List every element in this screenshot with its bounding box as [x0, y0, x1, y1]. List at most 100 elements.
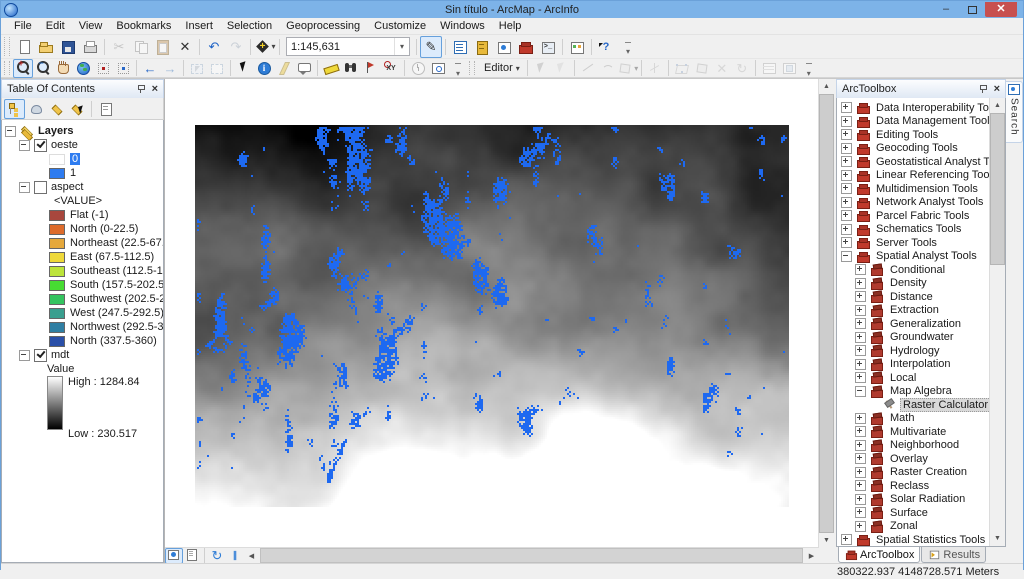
expand-icon[interactable]	[855, 345, 866, 356]
collapse-icon[interactable]	[5, 126, 16, 137]
layer-checkbox[interactable]	[34, 349, 47, 362]
sketch-properties-button[interactable]	[779, 59, 799, 78]
expand-icon[interactable]	[855, 305, 866, 316]
vscroll-thumb[interactable]	[819, 94, 834, 533]
toc-row-flat-1[interactable]: Flat (-1)	[2, 208, 163, 222]
go-back-extent-button[interactable]: ←	[140, 59, 160, 78]
delete-button[interactable]: ✕	[174, 36, 196, 58]
edit-annotation-tool-button[interactable]	[551, 59, 571, 78]
toolbox-item-raster-calculator[interactable]: Raster Calculator	[837, 398, 989, 412]
toolbar-overflow-button[interactable]: ▾	[799, 59, 819, 78]
toc-row-mdt[interactable]: mdt	[2, 348, 163, 362]
toc-row-aspect[interactable]: aspect	[2, 180, 163, 194]
toc-row-east-67-5-112-5[interactable]: East (67.5-112.5)	[2, 250, 163, 264]
html-popup-button[interactable]	[294, 59, 314, 78]
expand-icon[interactable]	[841, 116, 852, 127]
menu-selection[interactable]: Selection	[220, 19, 279, 33]
expand-icon[interactable]	[855, 480, 866, 491]
toc-row-southeast-112-5-157-5[interactable]: Southeast (112.5-157.5)	[2, 264, 163, 278]
scale-dropdown-icon[interactable]: ▾	[394, 38, 409, 55]
pin-icon[interactable]	[978, 84, 988, 94]
refresh-view-button[interactable]: ↻	[208, 548, 226, 564]
list-by-drawing-order-button[interactable]	[4, 99, 25, 119]
toolbar-overflow-button[interactable]: ▾	[448, 59, 468, 78]
scroll-up-icon[interactable]: ▲	[990, 98, 1005, 113]
arctoolbox-scrollbar[interactable]: ▲ ▼	[989, 98, 1005, 546]
toolbox-item-geocoding-tools[interactable]: Geocoding Tools	[837, 142, 989, 156]
toolbox-item-map-algebra[interactable]: Map Algebra	[837, 385, 989, 399]
menu-windows[interactable]: Windows	[433, 19, 492, 33]
attributes-button[interactable]	[759, 59, 779, 78]
clear-selection-button[interactable]	[207, 59, 227, 78]
map-vertical-scrollbar[interactable]: ▲ ▼	[818, 79, 834, 548]
toolbox-item-editing-tools[interactable]: Editing Tools	[837, 128, 989, 142]
fixed-zoom-in-button[interactable]	[93, 59, 113, 78]
menu-edit[interactable]: Edit	[39, 19, 72, 33]
toolbox-item-interpolation[interactable]: Interpolation	[837, 358, 989, 372]
expand-icon[interactable]	[841, 210, 852, 221]
hyperlink-button[interactable]	[274, 59, 294, 78]
expand-icon[interactable]	[855, 440, 866, 451]
expand-icon[interactable]	[855, 278, 866, 289]
collapse-icon[interactable]	[19, 140, 30, 151]
menu-bookmarks[interactable]: Bookmarks	[109, 19, 178, 33]
toolbox-item-surface[interactable]: Surface	[837, 506, 989, 520]
expand-icon[interactable]	[841, 170, 852, 181]
scale-combobox[interactable]: 1:145,631▾	[286, 37, 410, 56]
collapse-icon[interactable]	[19, 350, 30, 361]
expand-icon[interactable]	[855, 318, 866, 329]
measure-button[interactable]	[321, 59, 341, 78]
expand-icon[interactable]	[841, 102, 852, 113]
tab-results[interactable]: Results	[921, 547, 986, 563]
collapse-icon[interactable]	[841, 251, 852, 262]
model-builder-button[interactable]	[566, 36, 588, 58]
toolbox-item-network-analyst-tools[interactable]: Network Analyst Tools	[837, 196, 989, 210]
list-by-selection-button[interactable]	[67, 99, 88, 119]
edit-pencil-button[interactable]: ✎	[420, 36, 442, 58]
scroll-left-icon[interactable]: ◀	[244, 548, 259, 563]
hscroll-track[interactable]	[260, 548, 803, 563]
toc-row-0[interactable]: 0	[2, 152, 163, 166]
list-by-visibility-button[interactable]	[46, 99, 67, 119]
layer-checkbox[interactable]	[34, 181, 47, 194]
expand-icon[interactable]	[855, 426, 866, 437]
whats-this-button[interactable]: ?	[595, 36, 617, 58]
redo-button[interactable]: ↷	[225, 36, 247, 58]
layout-view-button[interactable]	[183, 548, 201, 564]
restore-button[interactable]	[959, 2, 985, 17]
pause-drawing-button[interactable]: ∥	[226, 548, 244, 564]
collapse-icon[interactable]	[855, 386, 866, 397]
toolbar-overflow-button[interactable]: ▾	[617, 36, 639, 58]
menu-help[interactable]: Help	[492, 19, 529, 33]
go-to-xy-button[interactable]: XY	[381, 59, 401, 78]
expand-icon[interactable]	[841, 183, 852, 194]
reshape-feature-button[interactable]	[692, 59, 712, 78]
menu-file[interactable]: File	[7, 19, 39, 33]
expand-icon[interactable]	[855, 507, 866, 518]
data-view-button[interactable]	[165, 548, 183, 564]
expand-icon[interactable]	[855, 521, 866, 532]
print-button[interactable]	[79, 36, 101, 58]
add-data-button[interactable]: +▾	[254, 36, 276, 58]
toolbox-item-reclass[interactable]: Reclass	[837, 479, 989, 493]
go-forward-extent-button[interactable]: →	[160, 59, 180, 78]
zoom-in-button[interactable]: +	[13, 59, 33, 78]
search-tab[interactable]: Search	[1006, 81, 1023, 143]
select-features-button[interactable]	[187, 59, 207, 78]
select-elements-button[interactable]	[234, 59, 254, 78]
toolbox-item-groundwater[interactable]: Groundwater	[837, 331, 989, 345]
toolbox-item-multivariate[interactable]: Multivariate	[837, 425, 989, 439]
toc-row-south-157-5-202-5[interactable]: South (157.5-202.5)	[2, 278, 163, 292]
toolbox-item-multidimension-tools[interactable]: Multidimension Tools	[837, 182, 989, 196]
toc-row-north-337-5-360[interactable]: North (337.5-360)	[2, 334, 163, 348]
edit-tool-button[interactable]	[531, 59, 551, 78]
toc-close-icon[interactable]: ×	[150, 84, 160, 95]
endpoint-arc-button[interactable]	[598, 59, 618, 78]
cut-polygons-button[interactable]: ✕	[712, 59, 732, 78]
toolbox-item-generalization[interactable]: Generalization	[837, 317, 989, 331]
toolbox-item-extraction[interactable]: Extraction	[837, 304, 989, 318]
arctoolbox-window-button[interactable]	[515, 36, 537, 58]
toolbox-item-neighborhood[interactable]: Neighborhood	[837, 439, 989, 453]
toolbox-item-server-tools[interactable]: Server Tools	[837, 236, 989, 250]
undo-button[interactable]: ↶	[203, 36, 225, 58]
